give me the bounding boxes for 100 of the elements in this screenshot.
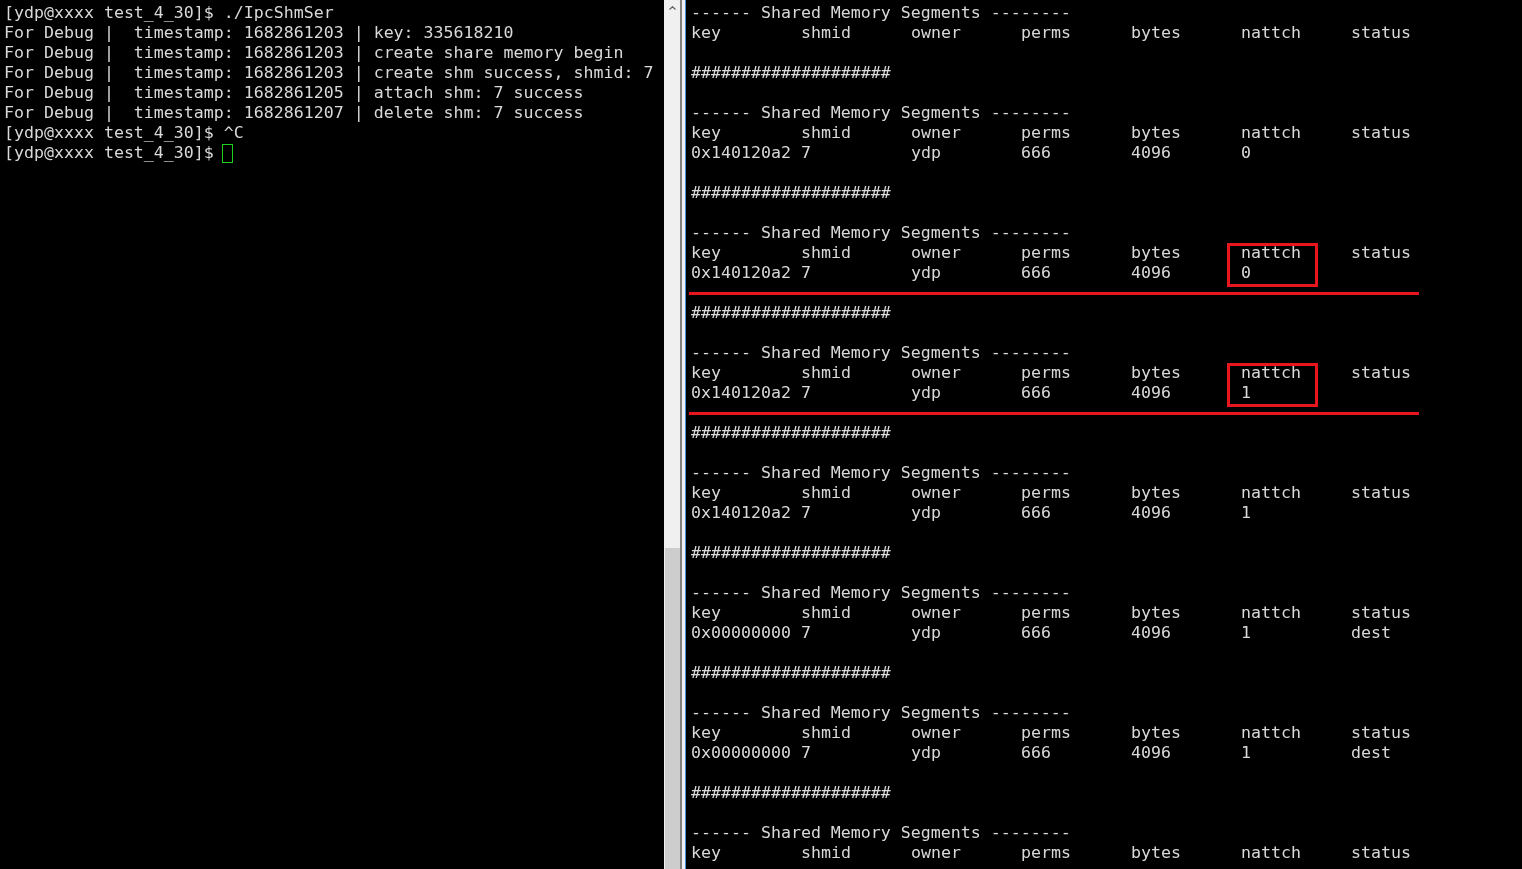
column-value: 0 [1241,143,1251,163]
segments-heading: ------ Shared Memory Segments -------- [691,583,1071,603]
column-heading: status [1351,723,1411,743]
hash-separator: #################### [691,183,891,203]
column-value: 7 [801,383,811,403]
column-heading: key [691,843,721,863]
terminal-line: For Debug | timestamp: 1682861207 | delete shm: 7 success [4,103,584,123]
terminal-line: [ydp@xxxx test_4_30]$ ./IpcShmSer [4,3,334,23]
column-heading: perms [1021,723,1071,743]
column-heading: bytes [1131,843,1181,863]
segments-heading: ------ Shared Memory Segments -------- [691,463,1071,483]
terminal-line: For Debug | timestamp: 1682861203 | key: 335618210 [4,23,514,43]
column-value: 7 [801,503,811,523]
column-value: ydp [911,383,941,403]
column-value: 666 [1021,503,1051,523]
segments-heading: ------ Shared Memory Segments -------- [691,3,1071,23]
column-heading: nattch [1241,603,1301,623]
column-value: ydp [911,143,941,163]
column-value: 7 [801,743,811,763]
hash-separator: #################### [691,543,891,563]
column-value: 1 [1241,503,1251,523]
column-value: 666 [1021,143,1051,163]
column-heading: owner [911,243,961,263]
column-heading: bytes [1131,723,1181,743]
column-heading: bytes [1131,243,1181,263]
column-heading: nattch [1241,23,1301,43]
terminal-line: [ydp@xxxx test_4_30]$ [4,143,214,163]
column-heading: key [691,483,721,503]
column-heading: perms [1021,843,1071,863]
segments-heading: ------ Shared Memory Segments -------- [691,703,1071,723]
column-value: 7 [801,143,811,163]
column-heading: status [1351,363,1411,383]
column-heading: shmid [801,363,851,383]
segments-heading: ------ Shared Memory Segments -------- [691,223,1071,243]
column-heading: key [691,363,721,383]
column-value: 0x00000000 [691,743,791,763]
column-value: 0x140120a2 [691,263,791,283]
column-value: 666 [1021,263,1051,283]
column-value: 1 [1241,383,1251,403]
column-heading: perms [1021,363,1071,383]
column-heading: nattch [1241,363,1301,383]
column-value: 4096 [1131,143,1171,163]
column-heading: nattch [1241,723,1301,743]
column-value: 0x00000000 [691,623,791,643]
column-heading: perms [1021,483,1071,503]
column-heading: bytes [1131,603,1181,623]
segments-heading: ------ Shared Memory Segments -------- [691,823,1071,843]
hash-separator: #################### [691,783,891,803]
column-heading: nattch [1241,483,1301,503]
column-value: 666 [1021,383,1051,403]
column-heading: status [1351,23,1411,43]
column-heading: shmid [801,603,851,623]
column-heading: owner [911,723,961,743]
column-heading: shmid [801,243,851,263]
column-heading: owner [911,23,961,43]
column-heading: status [1351,243,1411,263]
column-value: 4096 [1131,383,1171,403]
column-heading: owner [911,843,961,863]
column-value: ydp [911,503,941,523]
terminal-line: For Debug | timestamp: 1682861203 | create share memory begin [4,43,624,63]
scrollbar[interactable] [664,0,680,869]
column-heading: status [1351,123,1411,143]
column-value: 666 [1021,623,1051,643]
column-heading: shmid [801,483,851,503]
column-heading: nattch [1241,843,1301,863]
column-value: 7 [801,623,811,643]
segments-heading: ------ Shared Memory Segments -------- [691,103,1071,123]
hash-separator: #################### [691,663,891,683]
column-value: 0x140120a2 [691,503,791,523]
column-heading: owner [911,483,961,503]
caret-up-icon[interactable] [668,6,676,10]
scrollbar-thumb[interactable] [664,548,680,869]
column-value: dest [1351,623,1391,643]
column-value: 4096 [1131,263,1171,283]
hash-separator: #################### [691,303,891,323]
column-value: 1 [1241,743,1251,763]
column-heading: perms [1021,243,1071,263]
column-heading: status [1351,603,1411,623]
column-heading: shmid [801,723,851,743]
hash-separator: #################### [691,63,891,83]
column-heading: owner [911,603,961,623]
column-heading: shmid [801,843,851,863]
column-heading: key [691,123,721,143]
column-value: dest [1351,743,1391,763]
column-value: 0x140120a2 [691,143,791,163]
column-heading: bytes [1131,483,1181,503]
column-value: ydp [911,623,941,643]
column-value: 1 [1241,623,1251,643]
column-heading: key [691,243,721,263]
column-heading: key [691,603,721,623]
column-heading: bytes [1131,23,1181,43]
column-heading: status [1351,483,1411,503]
column-value: 4096 [1131,623,1171,643]
column-heading: nattch [1241,243,1301,263]
column-heading: nattch [1241,123,1301,143]
column-value: 0x140120a2 [691,383,791,403]
column-heading: key [691,723,721,743]
column-value: ydp [911,263,941,283]
hash-separator: #################### [691,423,891,443]
column-value: 666 [1021,743,1051,763]
